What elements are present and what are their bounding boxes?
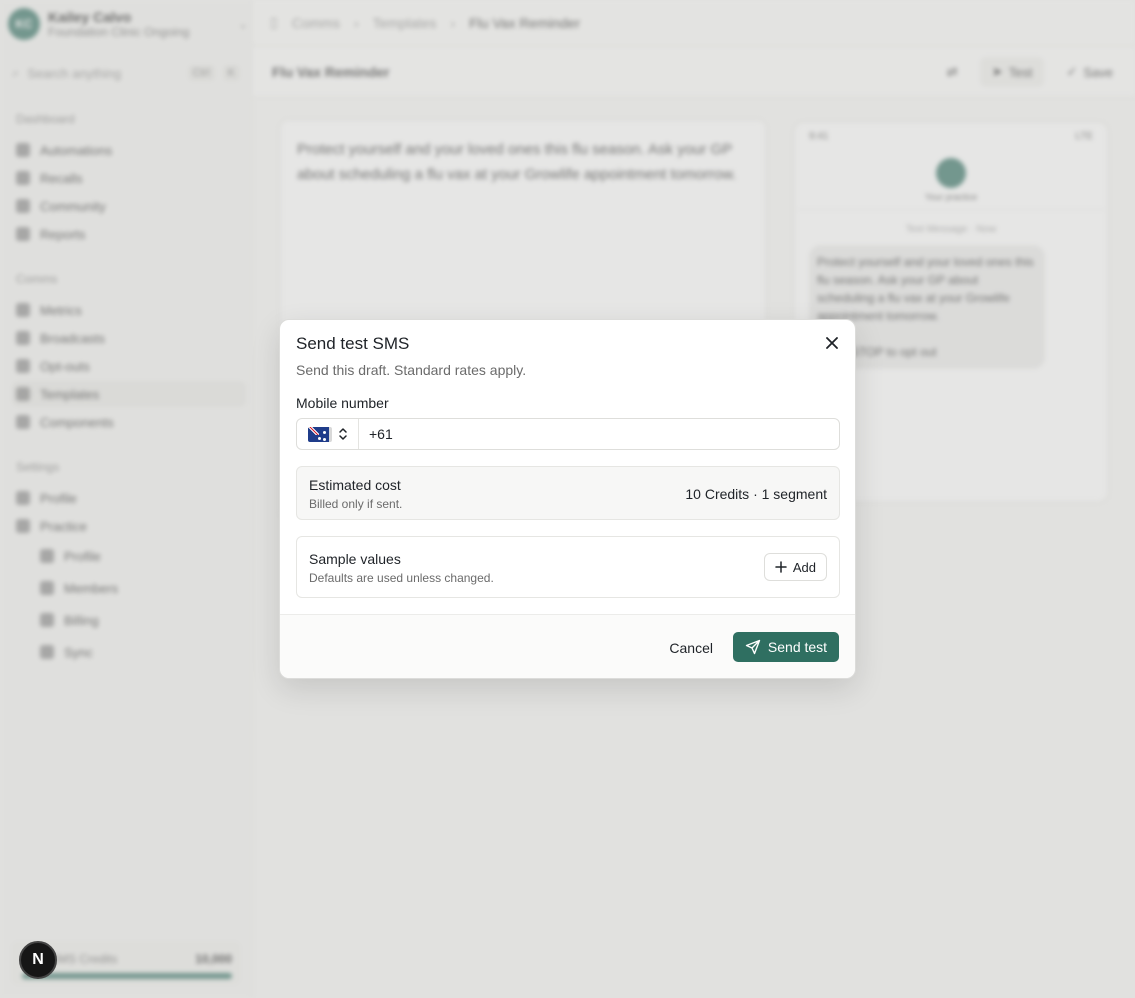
close-icon	[826, 337, 838, 349]
country-select[interactable]	[297, 419, 359, 449]
mobile-number-field	[296, 418, 840, 450]
mobile-number-label: Mobile number	[296, 395, 389, 411]
n-logo-badge[interactable]: N	[19, 941, 57, 979]
sample-values-panel: Sample values Defaults are used unless c…	[296, 536, 840, 598]
add-sample-value-button[interactable]: Add	[763, 553, 827, 581]
au-flag-icon	[307, 426, 332, 442]
sample-values-subtitle: Defaults are used unless changed.	[309, 571, 494, 585]
dialog-subtitle: Send this draft. Standard rates apply.	[296, 362, 527, 378]
cancel-button[interactable]: Cancel	[659, 633, 723, 663]
send-test-button[interactable]: Send test	[733, 632, 839, 662]
estimated-cost-panel: Estimated cost Billed only if sent. 10 C…	[296, 466, 840, 520]
chevron-updown-icon	[338, 428, 347, 440]
send-icon	[745, 639, 761, 655]
plus-icon	[775, 561, 787, 573]
sample-values-title: Sample values	[309, 551, 401, 567]
estimated-cost-title: Estimated cost	[309, 477, 401, 493]
estimated-cost-value: 10 Credits · 1 segment	[685, 486, 827, 502]
estimated-cost-subtitle: Billed only if sent.	[309, 497, 403, 511]
dialog-title: Send test SMS	[296, 334, 410, 353]
dialog-footer: Cancel Send test	[280, 614, 855, 678]
close-button[interactable]	[823, 334, 841, 352]
mobile-number-input[interactable]	[359, 419, 839, 449]
send-test-sms-dialog: Send test SMS Send this draft. Standard …	[279, 319, 856, 679]
